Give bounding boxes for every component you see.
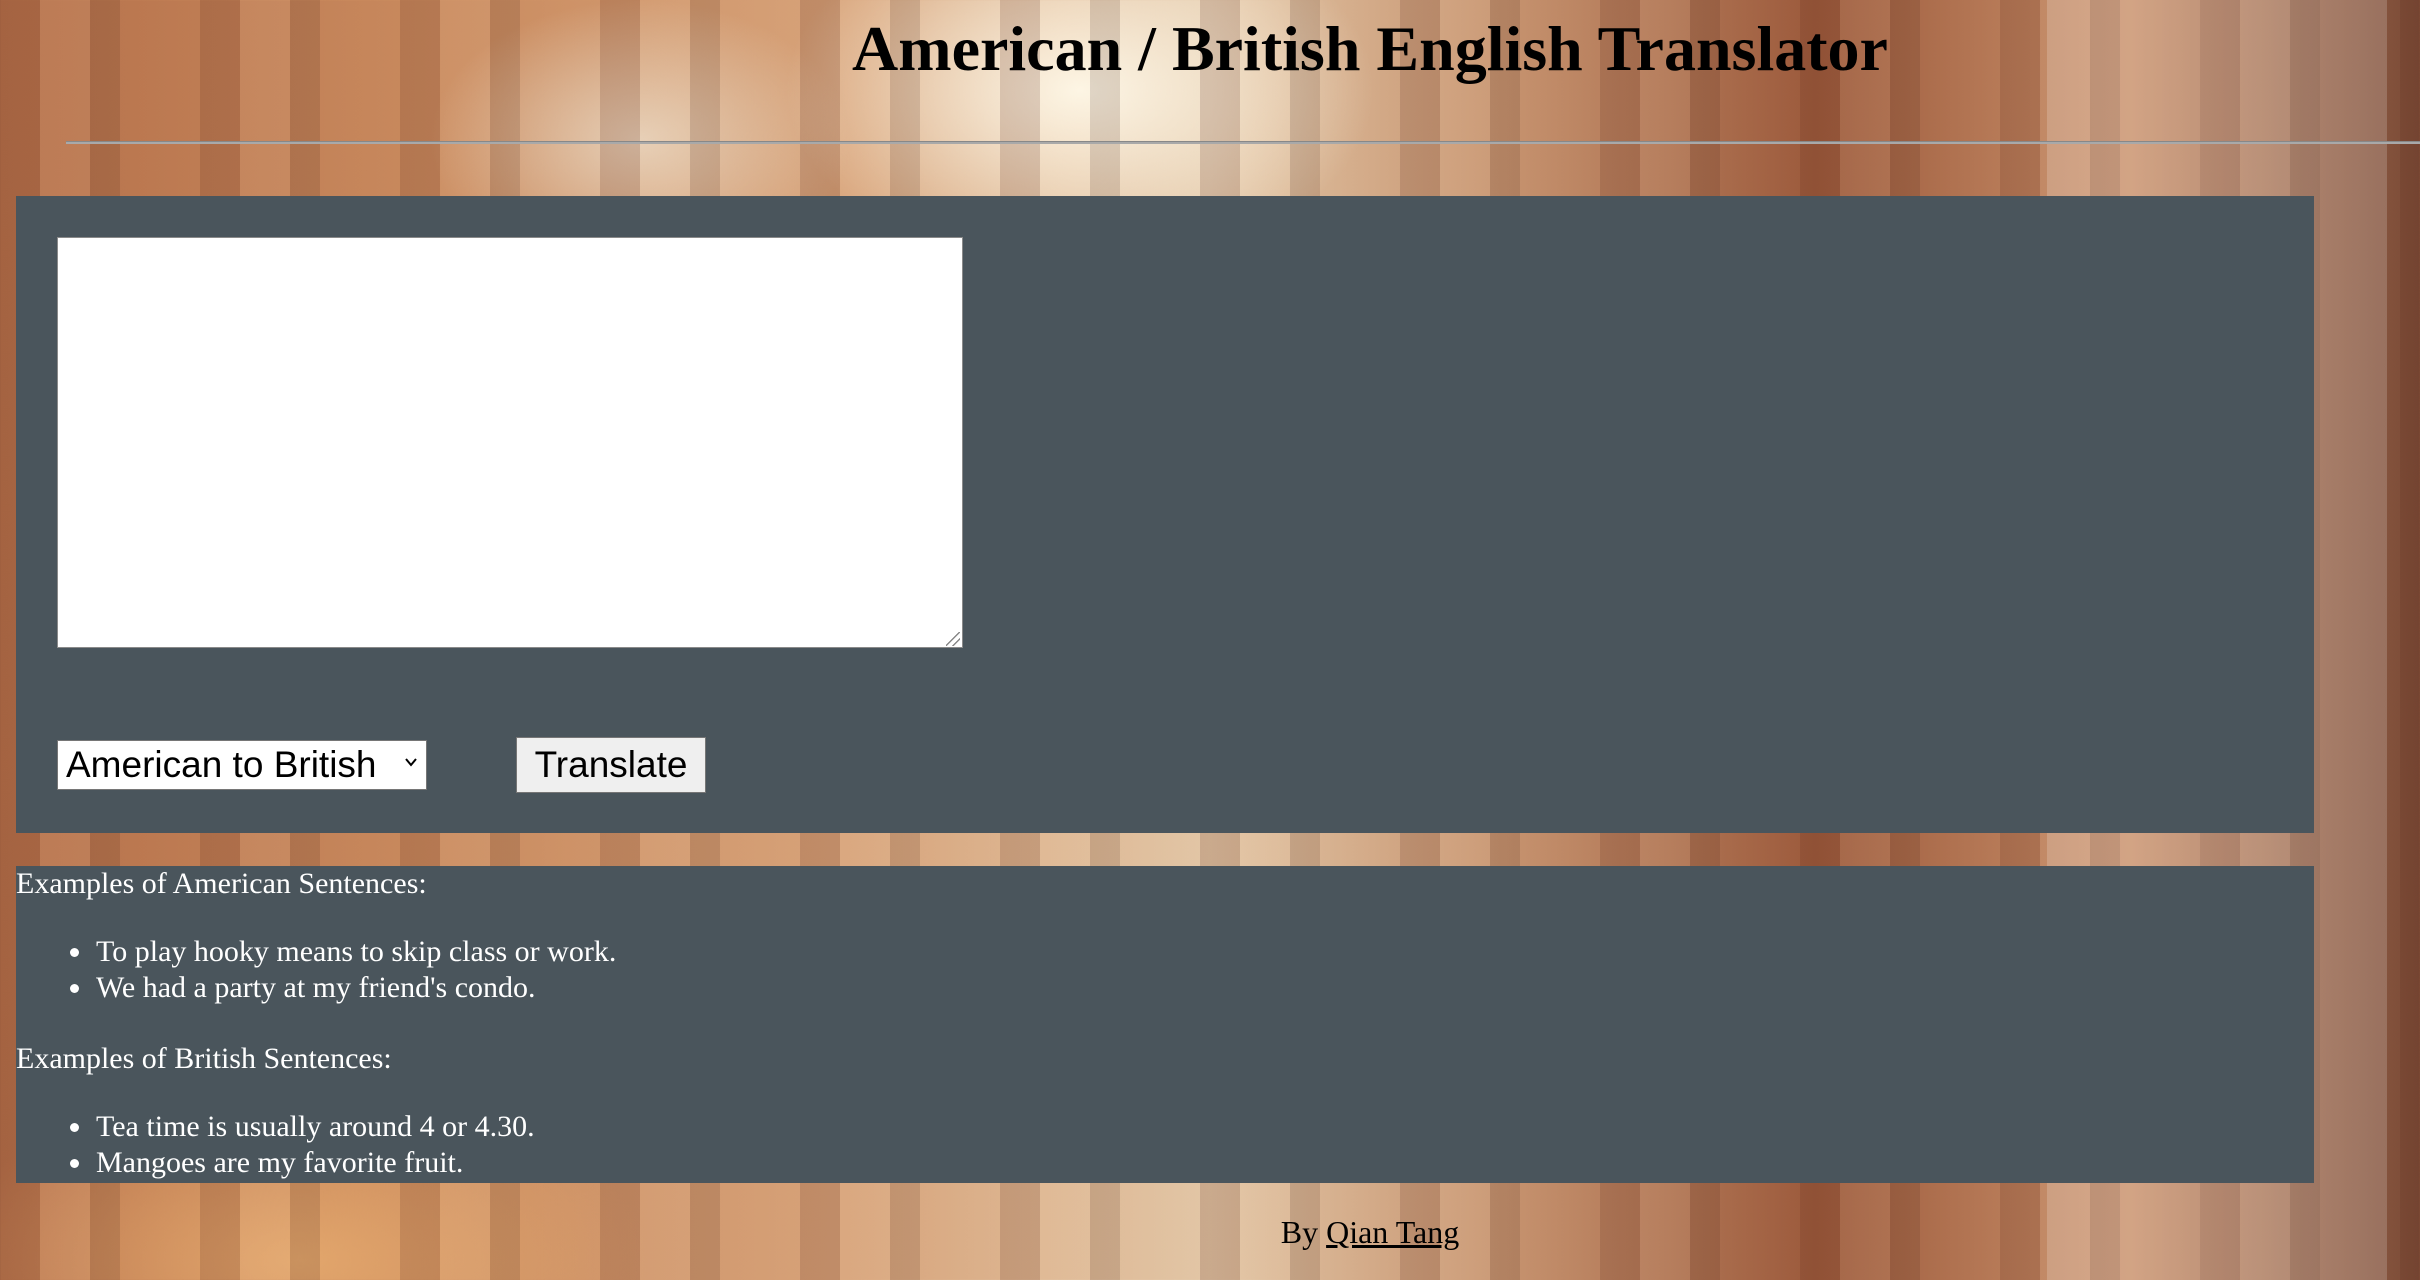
examples-panel: Examples of American Sentences: To play … [16,866,2314,1183]
direction-select[interactable]: American to British [57,740,427,790]
direction-select-value: American to British [66,744,377,785]
page-title: American / British English Translator [852,13,1888,84]
translate-button[interactable]: Translate [516,737,706,793]
british-examples-list: Tea time is usually around 4 or 4.30. Ma… [16,1109,535,1181]
british-examples-heading: Examples of British Sentences: [16,1042,392,1075]
translator-panel: American to British Translate [16,196,2314,833]
list-item: Tea time is usually around 4 or 4.30. [16,1109,535,1145]
author-link[interactable]: Qian Tang [1326,1214,1459,1250]
title-divider [66,141,2420,144]
american-examples-list: To play hooky means to skip class or wor… [16,934,616,1006]
resize-handle-icon[interactable] [946,632,960,646]
list-item: We had a party at my friend's condo. [16,970,616,1006]
text-input[interactable] [57,237,963,648]
footer-by-label: By [1280,1214,1319,1250]
american-examples-heading: Examples of American Sentences: [16,867,427,900]
list-item: Mangoes are my favorite fruit. [16,1145,535,1181]
footer: By Qian Tang [0,1214,2420,1251]
chevron-down-icon [405,758,417,767]
list-item: To play hooky means to skip class or wor… [16,934,616,970]
